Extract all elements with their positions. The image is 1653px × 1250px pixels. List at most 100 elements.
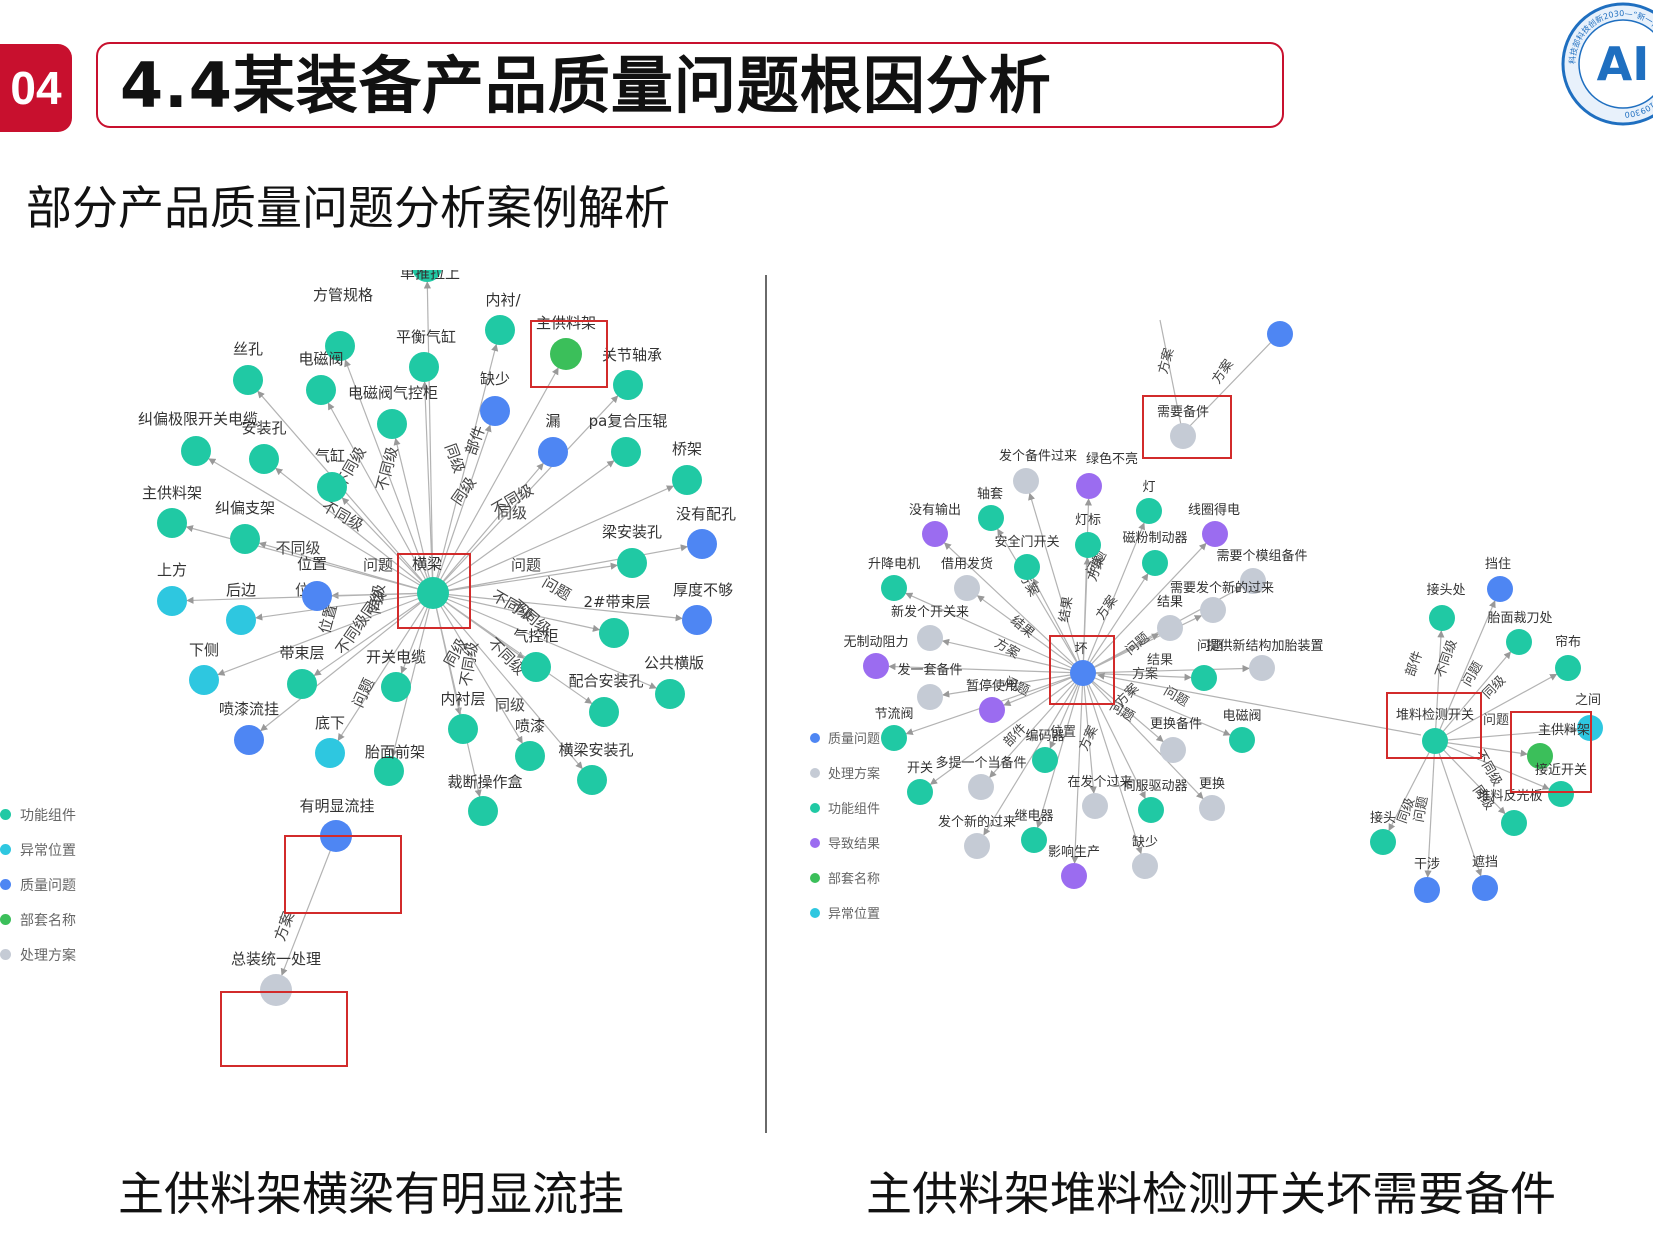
node-发个新的过来[interactable] — [964, 833, 990, 859]
node-磁粉制动器[interactable] — [1142, 550, 1168, 576]
node-发个备件过来[interactable] — [1013, 468, 1039, 494]
node-继电器[interactable] — [1021, 827, 1047, 853]
node-提供新结构加胎装置[interactable] — [1249, 655, 1275, 681]
node-底下[interactable] — [315, 738, 345, 768]
node-更换[interactable] — [1199, 795, 1225, 821]
node-接头处[interactable] — [1429, 605, 1455, 631]
node-label: pa复合压辊 — [589, 412, 668, 430]
node-内衬-[interactable] — [485, 315, 515, 345]
node-缺少[interactable] — [1132, 853, 1158, 879]
node-电磁阀气控柜[interactable] — [377, 409, 407, 439]
node-没有输出[interactable] — [922, 521, 948, 547]
node-位置[interactable] — [302, 581, 332, 611]
node-带束层[interactable] — [287, 669, 317, 699]
node-多提一个当备件[interactable] — [968, 774, 994, 800]
node-接头[interactable] — [1370, 829, 1396, 855]
node-主供料架[interactable] — [550, 338, 582, 370]
node-需要备件[interactable] — [1170, 423, 1196, 449]
node-伺服驱动器[interactable] — [1138, 797, 1164, 823]
node-label: 带束层 — [279, 644, 324, 662]
node-安全门开关[interactable] — [1014, 554, 1040, 580]
node-label: 电磁阀 — [1222, 709, 1261, 724]
node-桥架[interactable] — [672, 465, 702, 495]
node-纠偏极限开关电缆[interactable] — [181, 436, 211, 466]
node-新发个开关来[interactable] — [917, 625, 943, 651]
node-结果[interactable] — [1157, 615, 1183, 641]
node-厚度不够[interactable] — [682, 605, 712, 635]
node-安装孔[interactable] — [249, 444, 279, 474]
page-title: 4.4某装备产品质量问题根因分析 — [120, 49, 1052, 122]
node-接近开关[interactable] — [1548, 781, 1574, 807]
node-挡住[interactable] — [1487, 576, 1513, 602]
node-更换备件[interactable] — [1160, 737, 1186, 763]
edge-label: 不同级 — [373, 445, 402, 493]
node-label: 升降电机 — [868, 557, 920, 572]
node-灯[interactable] — [1136, 498, 1162, 524]
node-裁断操作盒[interactable] — [468, 796, 498, 826]
node-干涉[interactable] — [1414, 877, 1440, 903]
node-发一套备件[interactable] — [917, 684, 943, 710]
node-上方[interactable] — [157, 586, 187, 616]
node-纠偏支架[interactable] — [230, 524, 260, 554]
node-堆料反光板[interactable] — [1501, 810, 1527, 836]
node-暂停使用[interactable] — [979, 697, 1005, 723]
node-开关[interactable] — [907, 779, 933, 805]
node-label: 桥架 — [672, 440, 702, 458]
node-喷漆流挂[interactable] — [234, 725, 264, 755]
node-内衬层[interactable] — [448, 714, 478, 744]
node-需要发个新的过来[interactable] — [1200, 597, 1226, 623]
node-配合安装孔[interactable] — [589, 697, 619, 727]
node-线圈得电[interactable] — [1202, 521, 1228, 547]
node-升降电机[interactable] — [881, 575, 907, 601]
node-label: 喷漆流挂 — [219, 700, 279, 718]
node-2-带束层[interactable] — [599, 618, 629, 648]
node-帘布[interactable] — [1555, 655, 1581, 681]
node-无制动阻力[interactable] — [863, 653, 889, 679]
logo-letters: AI — [1597, 37, 1650, 91]
node-关节轴承[interactable] — [613, 370, 643, 400]
node-下侧[interactable] — [189, 665, 219, 695]
node-气控柜[interactable] — [521, 652, 551, 682]
node-后边[interactable] — [226, 605, 256, 635]
node-梁安装孔[interactable] — [617, 548, 647, 578]
node-总装统一处理[interactable] — [260, 974, 292, 1006]
node-pa复合压辊[interactable] — [611, 437, 641, 467]
node-影响生产[interactable] — [1061, 863, 1087, 889]
node-center-横梁[interactable] — [417, 577, 449, 609]
node-在发个过来[interactable] — [1082, 793, 1108, 819]
node-节流阀[interactable] — [881, 725, 907, 751]
node-胎面裁刀处[interactable] — [1506, 629, 1532, 655]
node-label: 线圈得电 — [1188, 502, 1240, 518]
node-主供料架[interactable] — [157, 508, 187, 538]
node-hub-坏[interactable] — [1070, 660, 1096, 686]
node-堆料检测开关[interactable] — [1422, 728, 1448, 754]
node-电磁阀[interactable] — [1229, 727, 1255, 753]
legend-label: 质量问题 — [20, 877, 76, 894]
node-借用发货[interactable] — [954, 575, 980, 601]
node-blue-top[interactable] — [1267, 321, 1293, 347]
node-没有配孔[interactable] — [687, 529, 717, 559]
edge-label: 不同级 — [1433, 638, 1460, 680]
node-label: 关节轴承 — [602, 346, 662, 364]
node-label: 公共横版 — [644, 654, 704, 672]
node-label: 问题 — [1197, 639, 1223, 654]
node-开关电缆[interactable] — [381, 672, 411, 702]
node-问题[interactable] — [1191, 665, 1217, 691]
node-label: 主供料架 — [1538, 723, 1590, 738]
node-遮挡[interactable] — [1472, 875, 1498, 901]
node-公共横版[interactable] — [655, 679, 685, 709]
node-气缸[interactable] — [317, 472, 347, 502]
node-电磁阀[interactable] — [306, 375, 336, 405]
node-编码器[interactable] — [1032, 747, 1058, 773]
node-缺少[interactable] — [480, 396, 510, 426]
node-绿色不亮[interactable] — [1076, 473, 1102, 499]
node-漏[interactable] — [538, 437, 568, 467]
node-灯标[interactable] — [1075, 532, 1101, 558]
edge-label: 问题 — [1161, 684, 1191, 710]
node-丝孔[interactable] — [233, 365, 263, 395]
node-横梁安装孔[interactable] — [577, 765, 607, 795]
node-轴套[interactable] — [978, 505, 1004, 531]
node-label: 有明显流挂 — [299, 797, 374, 815]
node-平衡气缸[interactable] — [409, 352, 439, 382]
node-喷漆[interactable] — [515, 741, 545, 771]
